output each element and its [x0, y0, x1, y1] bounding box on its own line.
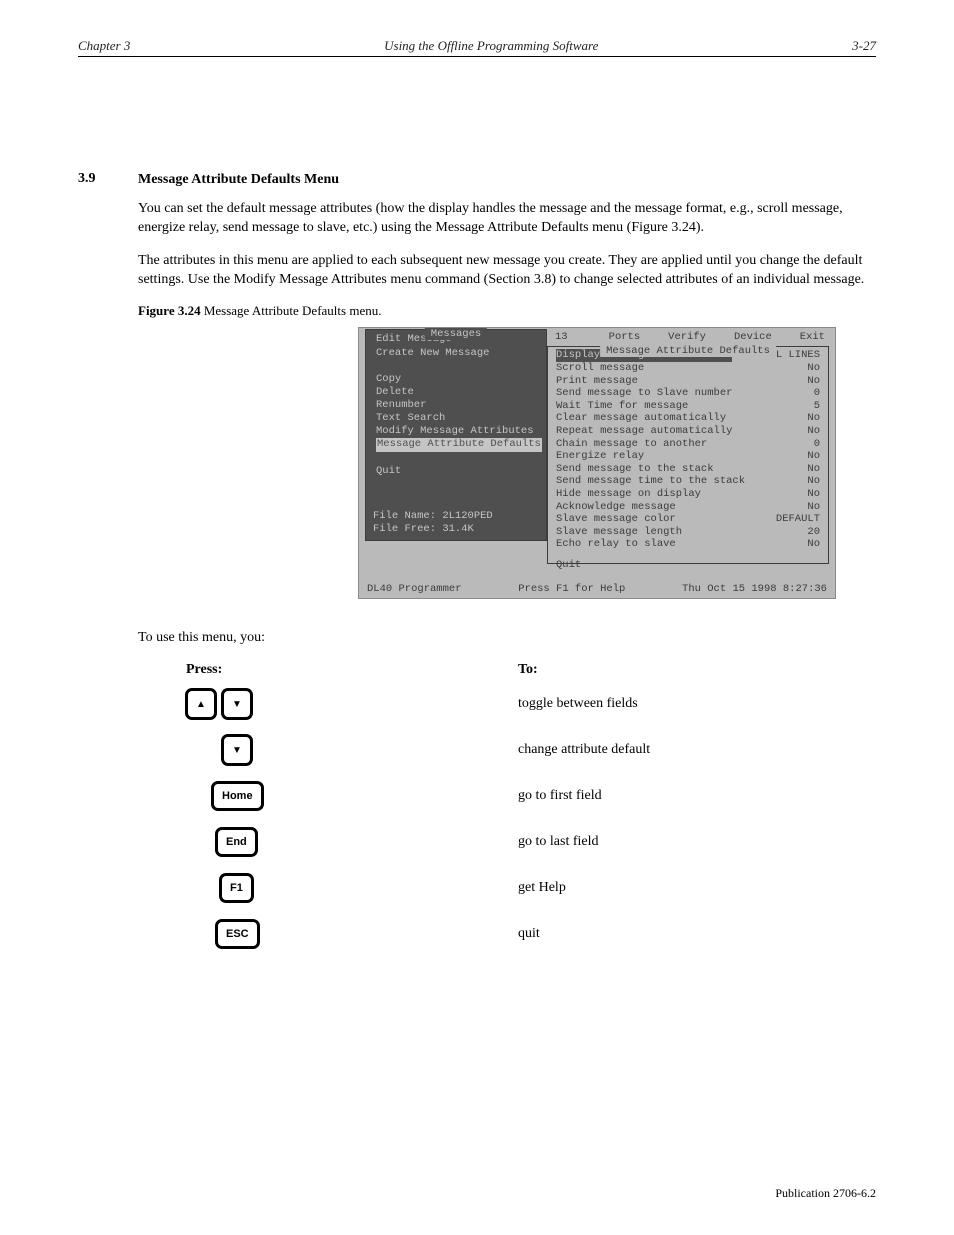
attr-hide[interactable]: Hide message on display [556, 488, 701, 501]
attr-slave-num[interactable]: Send message to Slave number [556, 387, 732, 400]
attr-relay[interactable]: Energize relay [556, 450, 644, 463]
attr-ack[interactable]: Acknowledge message [556, 501, 676, 514]
attr-stack[interactable]: Send message to the stack [556, 463, 714, 476]
attr-length[interactable]: Slave message length [556, 526, 682, 539]
key-desc-change: change attribute default [518, 742, 888, 758]
key-desc-esc: quit [518, 926, 888, 942]
chapter-title: Using the Offline Programming Software [130, 38, 852, 54]
tui-menu-ports[interactable]: Ports [609, 331, 641, 343]
arrow-up-icon [186, 689, 216, 719]
section-paragraph-1: You can set the default message attribut… [138, 200, 876, 238]
tui-messages-title: Messages [425, 328, 487, 340]
leadin-text: To use this menu, you: [138, 629, 876, 648]
key-desc-f1: get Help [518, 880, 888, 896]
key-desc-home: go to first field [518, 788, 888, 804]
key-desc-toggle: toggle between fields [518, 696, 888, 712]
attr-echo[interactable]: Echo relay to slave [556, 538, 676, 551]
attr-clear[interactable]: Clear message automatically [556, 412, 726, 425]
page-ref: 3-27 [852, 38, 876, 54]
arrow-down-icon [222, 735, 252, 765]
tui-item-modify[interactable]: Modify Message Attributes [376, 425, 538, 438]
arrow-down-icon [222, 689, 252, 719]
home-key-icon: Home [212, 782, 263, 810]
figure-caption-bold: Figure 3.24 [138, 303, 201, 318]
attr-color[interactable]: Slave message color [556, 513, 676, 526]
tui-attributes-panel: Message Attribute Defaults Display messa… [547, 346, 829, 564]
section-title: Message Attribute Defaults Menu [138, 171, 876, 190]
tui-item-copy[interactable]: Copy [376, 373, 538, 386]
key-header-press: Press: [138, 662, 518, 678]
tui-item-renumber[interactable]: Renumber [376, 399, 538, 412]
attr-wait[interactable]: Wait Time for message [556, 400, 688, 413]
chapter-label: Chapter 3 [78, 38, 130, 54]
tui-statusbar: DL40 Programmer Press F1 for Help Thu Oc… [367, 583, 827, 595]
tui-menu-exit[interactable]: Exit [800, 331, 825, 343]
attr-repeat[interactable]: Repeat message automatically [556, 425, 732, 438]
tui-item-create[interactable]: Create New Message [376, 347, 538, 360]
page-header: Chapter 3 Using the Offline Programming … [78, 38, 876, 57]
tui-file-info: File Name: 2L120PED File Free: 31.4K [373, 510, 493, 536]
tui-status-right: Thu Oct 15 1998 8:27:36 [682, 583, 827, 595]
end-key-icon: End [216, 828, 257, 856]
tui-screenshot: DEV Ports Verify Device Exit 13 Messages… [358, 327, 836, 599]
esc-key-icon: ESC [216, 920, 259, 948]
tui-status-left: DL40 Programmer [367, 583, 462, 595]
figure-caption: Message Attribute Defaults menu. [204, 303, 382, 318]
attr-print[interactable]: Print message [556, 375, 638, 388]
tui-status-mid: Press F1 for Help [518, 583, 625, 595]
tui-item-textsearch[interactable]: Text Search [376, 412, 538, 425]
key-table: Press: To: toggle between fields change … [138, 662, 888, 952]
tui-item-delete[interactable]: Delete [376, 386, 538, 399]
tui-top-number: 13 [555, 331, 568, 343]
f1-key-icon: F1 [220, 874, 253, 902]
tui-menu-verify[interactable]: Verify [668, 331, 706, 343]
tui-right-quit[interactable]: Quit [556, 559, 820, 571]
attr-chain[interactable]: Chain message to another [556, 438, 707, 451]
tui-attributes-title: Message Attribute Defaults [600, 345, 776, 357]
section-paragraph-2: The attributes in this menu are applied … [138, 252, 876, 290]
publication-ref: Publication 2706-6.2 [775, 1186, 876, 1201]
key-desc-end: go to last field [518, 834, 888, 850]
tui-item-quit[interactable]: Quit [376, 465, 538, 478]
attr-stack-time[interactable]: Send message time to the stack [556, 475, 745, 488]
section-number: 3.9 [78, 171, 138, 187]
tui-item-defaults[interactable]: Message Attribute Defaults [376, 438, 542, 451]
key-header-to: To: [518, 662, 538, 678]
tui-menu-device[interactable]: Device [734, 331, 772, 343]
attr-scroll[interactable]: Scroll message [556, 362, 644, 375]
